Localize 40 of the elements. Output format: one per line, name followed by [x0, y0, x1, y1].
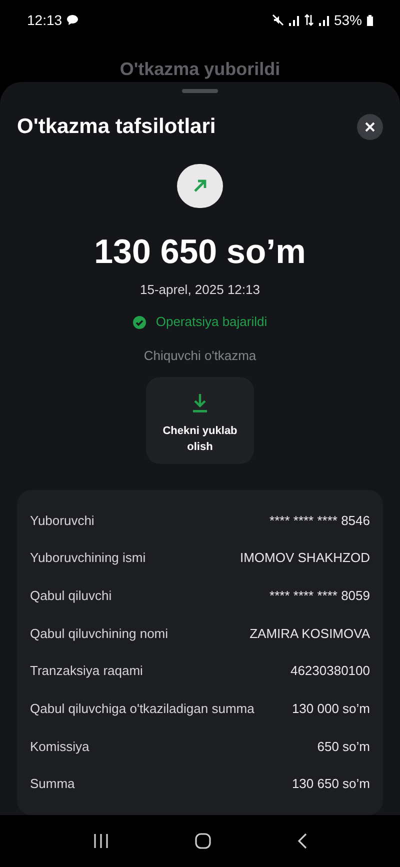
check-circle-icon — [132, 316, 146, 329]
battery-icon — [367, 14, 373, 26]
detail-label: Summa — [30, 775, 75, 794]
sheet-title: O'tkazma tafsilotlari — [17, 114, 216, 140]
drag-handle[interactable] — [182, 89, 218, 93]
detail-value: 130 000 so’m — [292, 700, 370, 718]
arrow-up-right-icon — [192, 178, 208, 194]
status-text: Operatsiya bajarildi — [156, 313, 268, 332]
download-receipt-button[interactable]: Chekni yuklab olish — [146, 377, 254, 464]
status-time: 12:13 — [27, 10, 62, 30]
mute-icon — [272, 14, 284, 26]
detail-label: Yuboruvchi — [30, 512, 94, 530]
detail-value: ZAMIRA KOSIMOVA — [250, 624, 370, 643]
detail-value: 130 650 so’m — [292, 775, 370, 794]
signal-icon — [318, 14, 329, 26]
detail-value: **** **** **** 8059 — [270, 586, 370, 605]
data-icon — [304, 14, 314, 26]
detail-label: Qabul qiluvchiga o'tkaziladigan summa — [30, 700, 254, 718]
close-button[interactable] — [357, 114, 383, 140]
detail-label: Komissiya — [30, 738, 90, 756]
detail-label: Yuboruvchining ismi — [30, 549, 146, 568]
signal-icon — [288, 14, 299, 26]
detail-label: Qabul qiluvchi — [30, 586, 112, 605]
message-icon — [66, 14, 80, 26]
date-time: 15-aprel, 2025 12:13 — [140, 280, 260, 299]
recent-apps-icon[interactable] — [93, 833, 109, 849]
page-title: O'tkazma yuborildi — [120, 58, 280, 81]
battery-percent: 53% — [334, 10, 362, 30]
detail-value: **** **** **** 8546 — [270, 512, 370, 530]
close-icon — [365, 122, 375, 132]
detail-value: 650 so’m — [317, 738, 370, 756]
home-icon[interactable] — [195, 833, 211, 849]
detail-label: Qabul qiluvchining nomi — [30, 624, 168, 643]
back-icon[interactable] — [297, 833, 307, 849]
transfer-type: Chiquvchi o'tkazma — [144, 346, 256, 365]
detail-value: 46230380100 — [290, 662, 370, 680]
download-icon — [193, 393, 207, 414]
amount: 130 650 so’m — [94, 232, 306, 272]
detail-value: IMOMOV SHAKHZOD — [240, 549, 370, 568]
detail-label: Tranzaksiya raqami — [30, 662, 143, 680]
